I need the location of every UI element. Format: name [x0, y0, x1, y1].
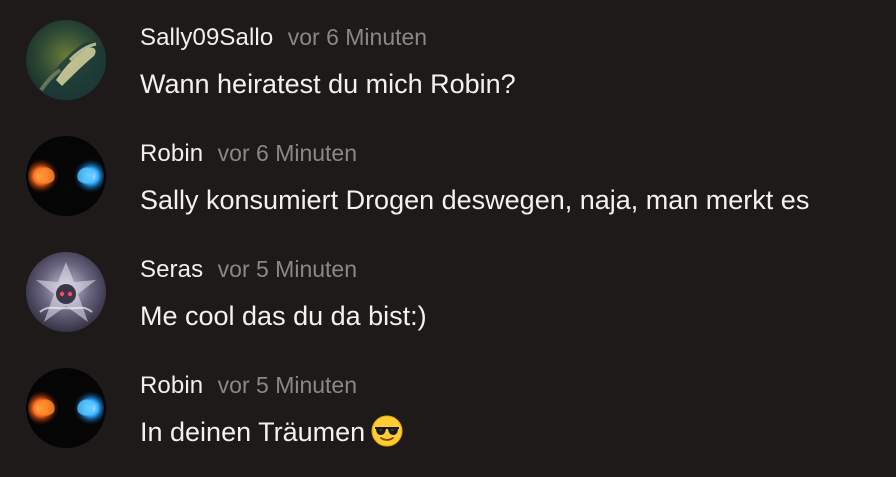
- chat-message-list: Sally09Sallo vor 6 Minuten Wann heirates…: [0, 0, 896, 477]
- username[interactable]: Robin: [140, 140, 203, 167]
- user-avatar-image: [26, 252, 106, 332]
- timestamp: vor 5 Minuten: [217, 372, 358, 398]
- username[interactable]: Seras: [140, 256, 203, 283]
- chat-message: Robin vor 6 Minuten Sally konsumiert Dro…: [0, 116, 896, 232]
- message-header: Seras vor 5 Minuten: [140, 256, 357, 286]
- username[interactable]: Robin: [140, 372, 203, 399]
- user-avatar-image: [26, 368, 106, 448]
- username[interactable]: Sally09Sallo: [140, 24, 273, 51]
- timestamp: vor 6 Minuten: [217, 140, 358, 166]
- sunglasses-emoji-icon: [371, 415, 403, 447]
- chat-message: Seras vor 5 Minuten Me cool das du da bi…: [0, 232, 896, 348]
- message-header: Robin vor 6 Minuten: [140, 140, 357, 170]
- message-header: Robin vor 5 Minuten: [140, 372, 357, 402]
- chat-message: Robin vor 5 Minuten In deinen Träumen: [0, 348, 896, 464]
- message-text: Sally konsumiert Drogen deswegen, naja, …: [140, 185, 810, 215]
- message-text: Me cool das du da bist:): [140, 301, 427, 331]
- chat-message: Sally09Sallo vor 6 Minuten Wann heirates…: [0, 0, 896, 116]
- user-avatar-image: [26, 136, 106, 216]
- message-text: Wann heiratest du mich Robin?: [140, 69, 516, 99]
- message-text: In deinen Träumen: [140, 417, 366, 447]
- avatar-robin[interactable]: [26, 368, 106, 448]
- user-avatar-image: [26, 20, 106, 100]
- timestamp: vor 5 Minuten: [217, 256, 358, 282]
- timestamp: vor 6 Minuten: [287, 24, 428, 50]
- avatar-seras[interactable]: [26, 252, 106, 332]
- message-text-container: In deinen Träumen: [140, 414, 403, 450]
- avatar-sally[interactable]: [26, 20, 106, 100]
- message-header: Sally09Sallo vor 6 Minuten: [140, 24, 427, 54]
- avatar-robin[interactable]: [26, 136, 106, 216]
